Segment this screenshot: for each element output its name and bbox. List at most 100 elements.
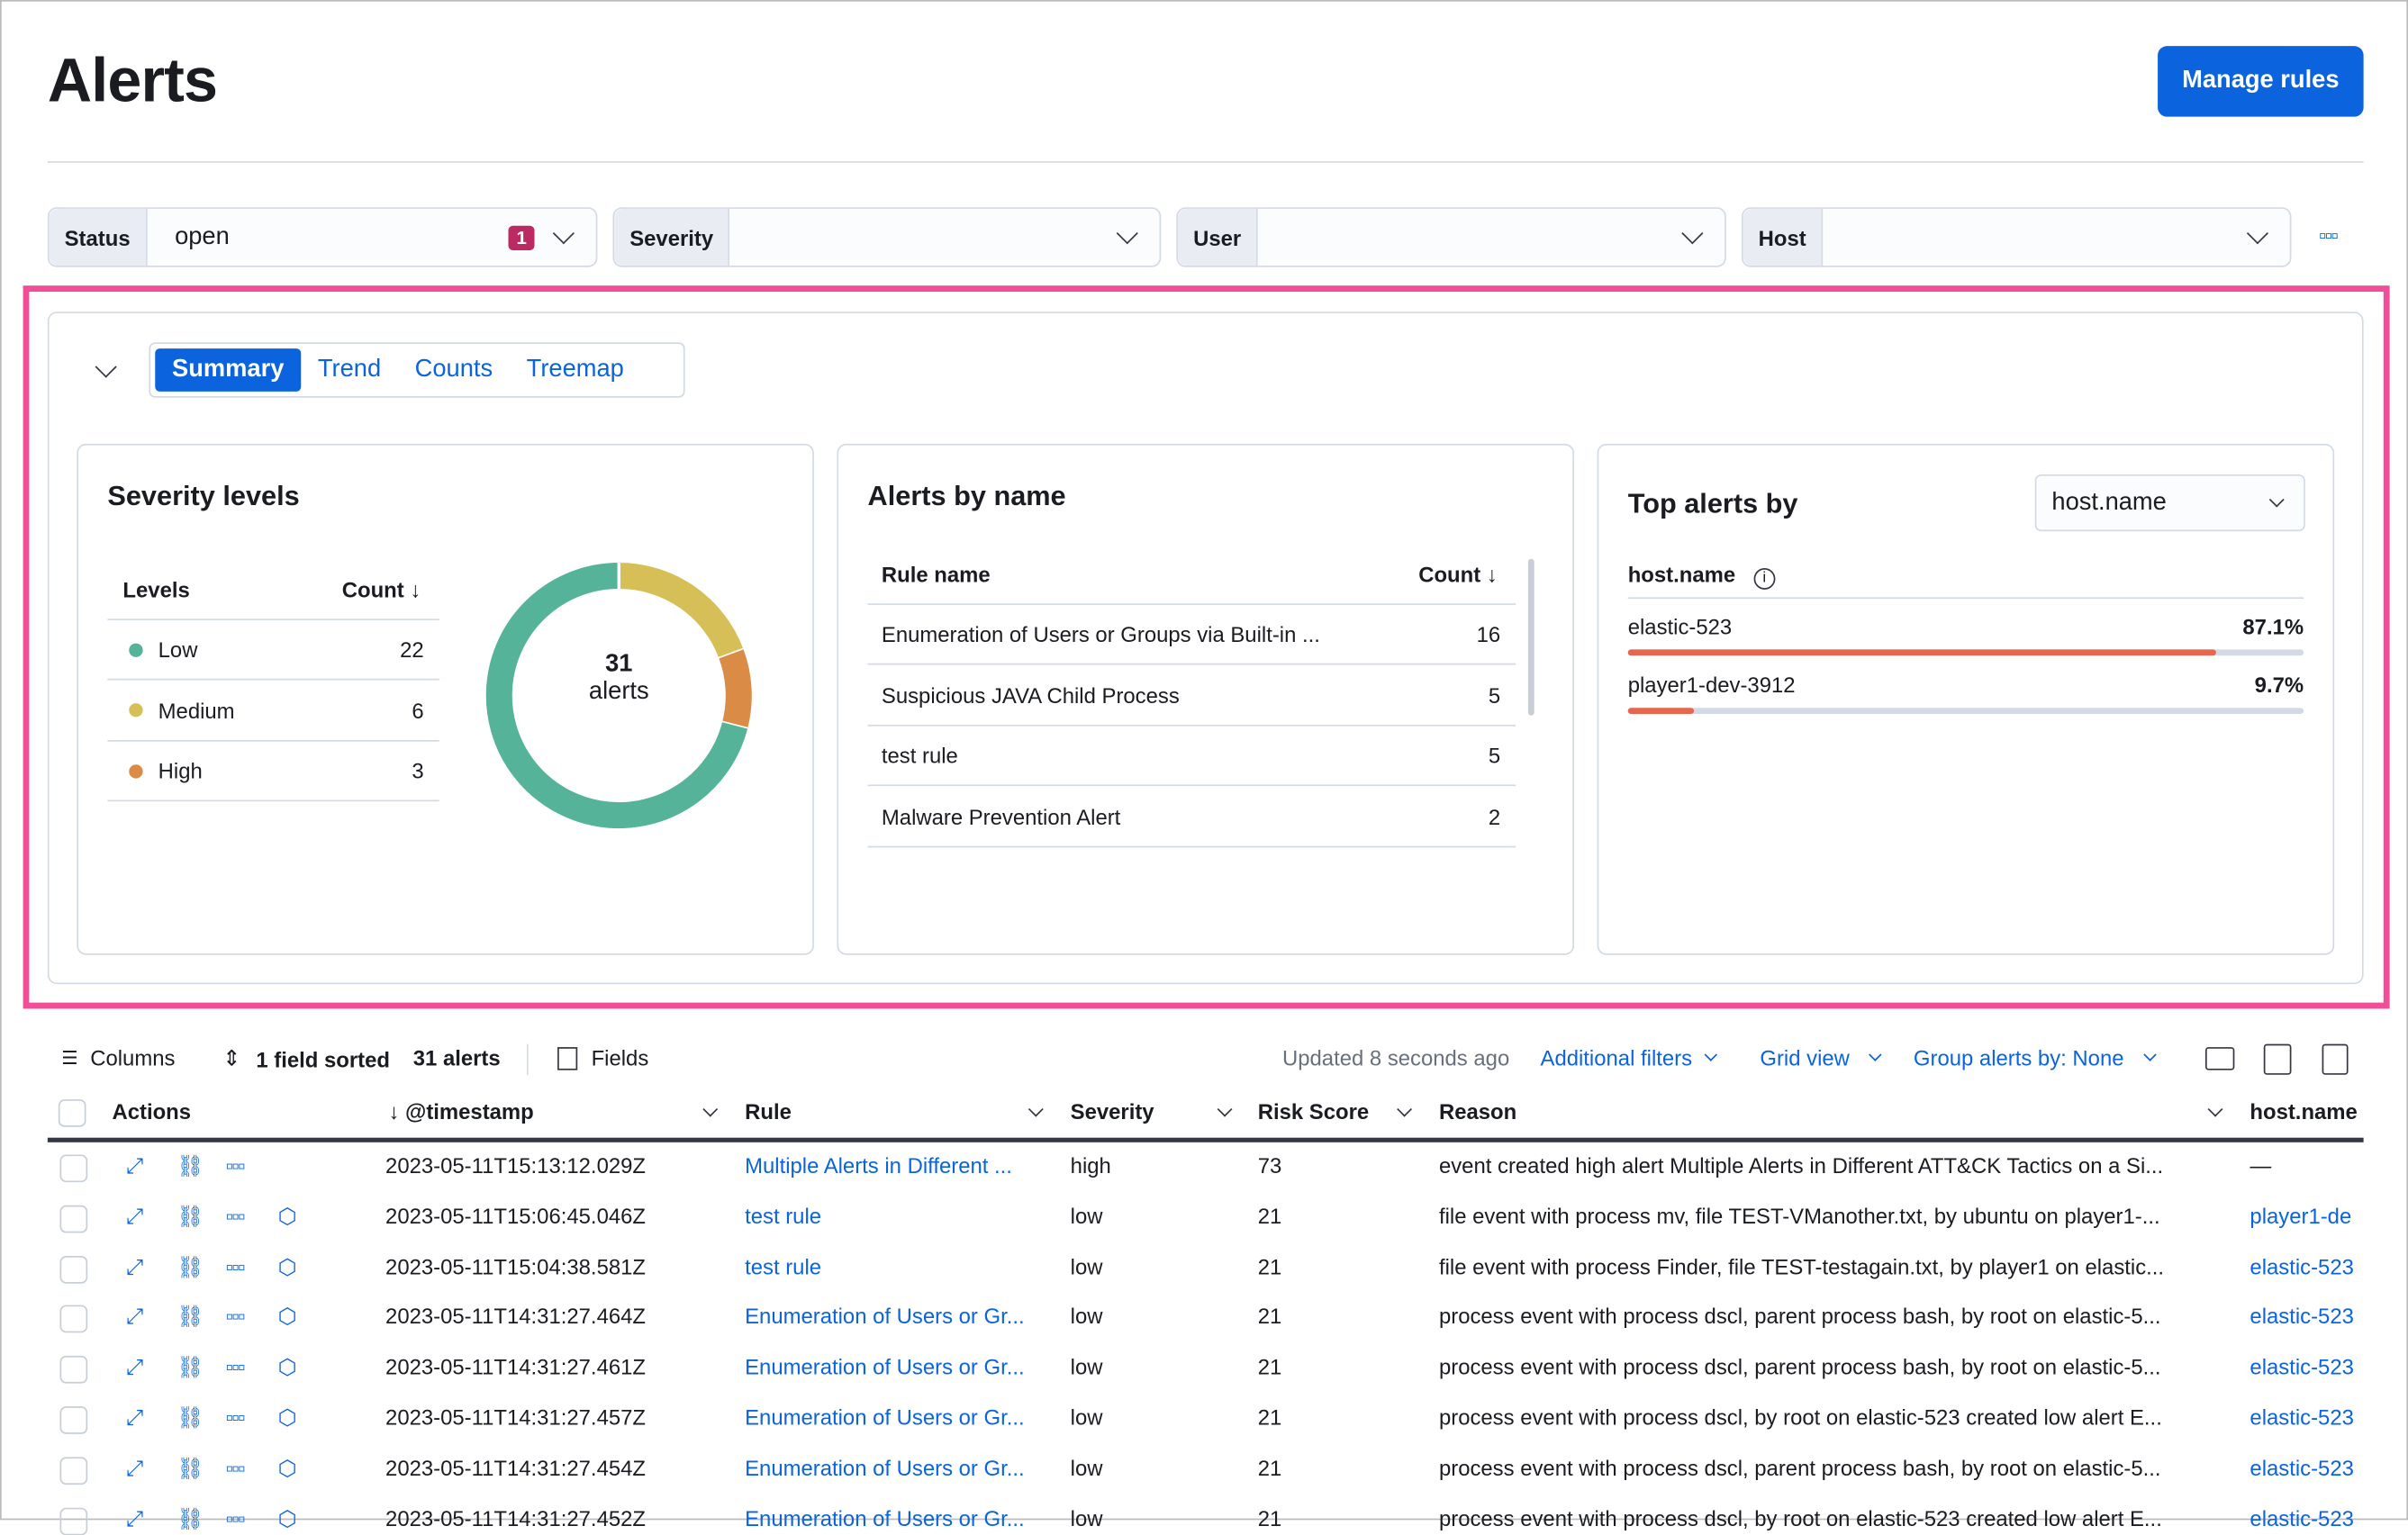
expand-icon[interactable]: ⤢ bbox=[126, 1505, 143, 1531]
top-alert-row[interactable]: player1-dev-3912 9.7% bbox=[1627, 673, 2304, 718]
col-count[interactable]: Count ↓ bbox=[1418, 561, 1498, 585]
info-icon[interactable]: i bbox=[1753, 567, 1776, 590]
expand-icon[interactable]: ⤢ bbox=[126, 1153, 143, 1179]
fields-button[interactable]: Fields bbox=[557, 1045, 648, 1070]
filter-severity[interactable]: Severity bbox=[612, 207, 1162, 267]
analyze-graph-icon[interactable]: ⛓ bbox=[177, 1505, 204, 1531]
session-view-icon[interactable]: ⬡ bbox=[278, 1254, 297, 1280]
row-checkbox[interactable] bbox=[59, 1356, 88, 1384]
more-actions-icon[interactable]: ▫▫▫ bbox=[226, 1354, 246, 1378]
more-actions-icon[interactable]: ▫▫▫ bbox=[226, 1455, 246, 1479]
col-risk-score[interactable]: Risk Score bbox=[1258, 1099, 1369, 1124]
host-name-cell[interactable]: elastic-523 bbox=[2250, 1254, 2363, 1278]
sort-button[interactable]: ⇕ 1 field sorted bbox=[222, 1045, 390, 1071]
rule-link[interactable]: Enumeration of Users or Gr... bbox=[745, 1354, 1025, 1378]
chevron-down-icon[interactable] bbox=[1027, 1101, 1044, 1117]
session-view-icon[interactable]: ⬡ bbox=[278, 1455, 297, 1481]
filter-user[interactable]: User bbox=[1176, 207, 1726, 267]
density-icon[interactable] bbox=[2263, 1043, 2292, 1075]
col-reason[interactable]: Reason bbox=[1439, 1099, 1516, 1124]
expand-icon[interactable]: ⤢ bbox=[126, 1204, 143, 1230]
more-options-icon[interactable]: ▫▫▫ bbox=[2319, 222, 2339, 247]
expand-icon[interactable]: ⤢ bbox=[126, 1305, 143, 1331]
host-name-cell[interactable]: elastic-523 bbox=[2250, 1404, 2363, 1429]
scrollbar[interactable] bbox=[1527, 558, 1534, 716]
manage-rules-button[interactable]: Manage rules bbox=[2158, 46, 2364, 117]
rule-row[interactable]: test rule 5 bbox=[867, 727, 1516, 787]
session-view-icon[interactable]: ⬡ bbox=[278, 1204, 297, 1230]
group-by-field-select[interactable]: host.name bbox=[2034, 474, 2305, 532]
rule-link[interactable]: test rule bbox=[745, 1254, 821, 1278]
rule-link[interactable]: Enumeration of Users or Gr... bbox=[745, 1505, 1025, 1530]
expand-icon[interactable]: ⤢ bbox=[126, 1254, 143, 1280]
analyze-graph-icon[interactable]: ⛓ bbox=[177, 1153, 204, 1179]
host-name-cell[interactable]: elastic-523 bbox=[2250, 1505, 2363, 1530]
tab-counts[interactable]: Counts bbox=[398, 348, 510, 392]
analyze-graph-icon[interactable]: ⛓ bbox=[177, 1354, 204, 1380]
chevron-down-icon[interactable] bbox=[2207, 1101, 2223, 1117]
more-actions-icon[interactable]: ▫▫▫ bbox=[226, 1305, 246, 1329]
rule-link[interactable]: Enumeration of Users or Gr... bbox=[745, 1404, 1025, 1429]
row-checkbox[interactable] bbox=[59, 1507, 88, 1535]
analyze-graph-icon[interactable]: ⛓ bbox=[177, 1204, 204, 1230]
session-view-icon[interactable]: ⬡ bbox=[278, 1354, 297, 1380]
tab-treemap[interactable]: Treemap bbox=[510, 348, 641, 392]
rule-link[interactable]: Enumeration of Users or Gr... bbox=[745, 1455, 1025, 1479]
additional-filters-button[interactable]: Additional filters bbox=[1541, 1045, 1717, 1070]
analyze-graph-icon[interactable]: ⛓ bbox=[177, 1305, 204, 1331]
more-actions-icon[interactable]: ▫▫▫ bbox=[226, 1505, 246, 1530]
more-actions-icon[interactable]: ▫▫▫ bbox=[226, 1153, 246, 1178]
more-actions-icon[interactable]: ▫▫▫ bbox=[226, 1404, 246, 1429]
row-checkbox[interactable] bbox=[59, 1305, 88, 1333]
col-severity[interactable]: Severity bbox=[1071, 1099, 1154, 1124]
expand-icon[interactable]: ⤢ bbox=[126, 1404, 143, 1431]
columns-button[interactable]: ☰ Columns bbox=[61, 1045, 175, 1070]
row-checkbox[interactable] bbox=[59, 1255, 88, 1284]
col-host-name[interactable]: host.name bbox=[2250, 1099, 2357, 1124]
rule-row[interactable]: Malware Prevention Alert 2 bbox=[867, 787, 1516, 847]
filter-host[interactable]: Host bbox=[1741, 207, 2292, 267]
expand-icon[interactable]: ⤢ bbox=[126, 1354, 143, 1380]
rule-link[interactable]: Multiple Alerts in Different ... bbox=[745, 1153, 1012, 1178]
group-alerts-button[interactable]: Group alerts by: None bbox=[1914, 1045, 2157, 1070]
analyze-graph-icon[interactable]: ⛓ bbox=[177, 1455, 204, 1481]
more-actions-icon[interactable]: ▫▫▫ bbox=[226, 1254, 246, 1278]
fullscreen-icon[interactable] bbox=[2322, 1043, 2349, 1075]
session-view-icon[interactable]: ⬡ bbox=[278, 1305, 297, 1331]
host-name-cell[interactable]: player1-de bbox=[2250, 1204, 2363, 1228]
more-actions-icon[interactable]: ▫▫▫ bbox=[226, 1204, 246, 1228]
select-all-checkbox[interactable] bbox=[58, 1099, 86, 1127]
grid-view-button[interactable]: Grid view bbox=[1760, 1045, 1883, 1070]
analyze-graph-icon[interactable]: ⛓ bbox=[177, 1254, 204, 1280]
col-timestamp[interactable]: ↓ @timestamp bbox=[388, 1099, 533, 1124]
col-count[interactable]: Count ↓ bbox=[342, 576, 421, 600]
expand-icon[interactable]: ⤢ bbox=[126, 1455, 143, 1481]
severity-label: Low bbox=[158, 637, 198, 663]
col-rule[interactable]: Rule bbox=[745, 1099, 792, 1124]
rule-link[interactable]: test rule bbox=[745, 1204, 821, 1228]
host-name-cell[interactable]: elastic-523 bbox=[2250, 1455, 2363, 1479]
card-title: Alerts by name bbox=[867, 480, 1066, 511]
row-checkbox[interactable] bbox=[59, 1406, 88, 1434]
chevron-down-icon[interactable] bbox=[1397, 1101, 1413, 1117]
row-checkbox[interactable] bbox=[59, 1457, 88, 1485]
tab-trend[interactable]: Trend bbox=[301, 348, 398, 392]
donut-slice-medium[interactable] bbox=[618, 563, 744, 659]
rule-row[interactable]: Suspicious JAVA Child Process 5 bbox=[867, 665, 1516, 726]
session-view-icon[interactable]: ⬡ bbox=[278, 1505, 297, 1531]
chevron-down-icon[interactable] bbox=[1217, 1101, 1233, 1117]
top-alert-row[interactable]: elastic-523 87.1% bbox=[1627, 614, 2304, 660]
session-view-icon[interactable]: ⬡ bbox=[278, 1404, 297, 1431]
host-name-cell[interactable]: elastic-523 bbox=[2250, 1305, 2363, 1329]
rule-row[interactable]: Enumeration of Users or Groups via Built… bbox=[867, 605, 1516, 665]
tab-summary[interactable]: Summary bbox=[155, 348, 302, 392]
keyboard-icon[interactable] bbox=[2204, 1047, 2235, 1070]
analyze-graph-icon[interactable]: ⛓ bbox=[177, 1404, 204, 1431]
reason-cell: file event with process Finder, file TES… bbox=[1438, 1253, 2165, 1278]
row-checkbox[interactable] bbox=[59, 1205, 88, 1233]
rule-link[interactable]: Enumeration of Users or Gr... bbox=[745, 1305, 1025, 1329]
row-checkbox[interactable] bbox=[59, 1154, 88, 1183]
filter-status[interactable]: Status open 1 bbox=[47, 207, 598, 267]
chevron-down-icon[interactable] bbox=[702, 1101, 719, 1117]
host-name-cell[interactable]: elastic-523 bbox=[2250, 1354, 2363, 1378]
